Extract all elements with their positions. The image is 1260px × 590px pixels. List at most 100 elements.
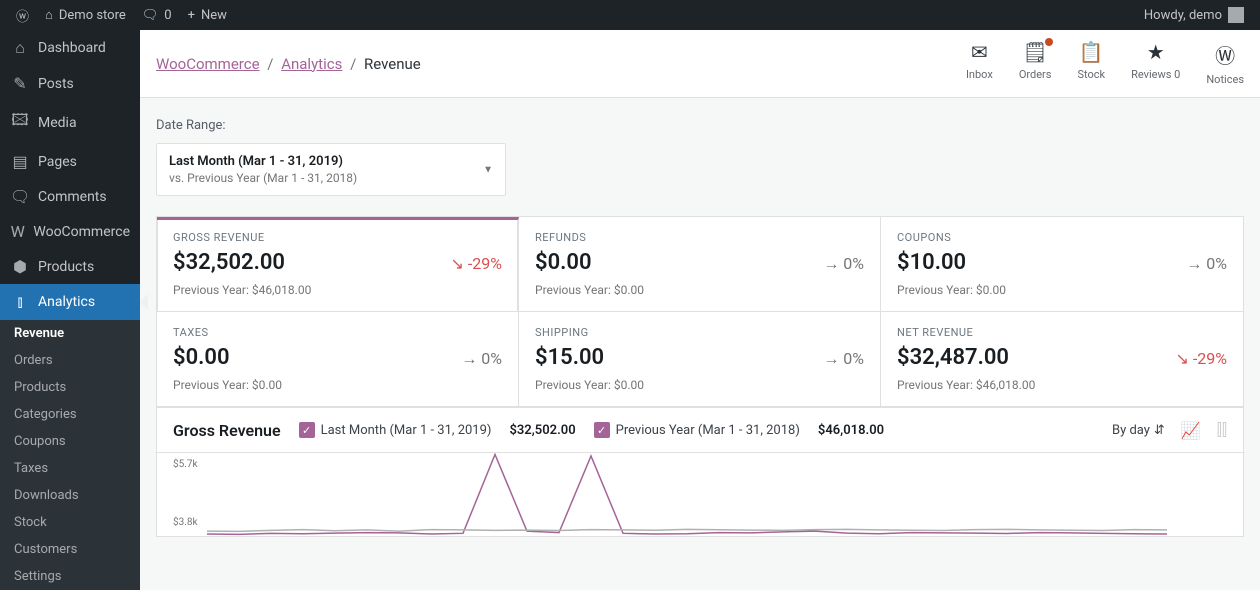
menu-icon: ⌂	[10, 38, 30, 58]
stat-card-gross-revenue[interactable]: GROSS REVENUE$32,502.00↘ -29%Previous Ye…	[157, 217, 519, 312]
series2-toggle[interactable]: ✓ Previous Year (Mar 1 - 31, 2018)	[594, 422, 800, 438]
stat-label: REFUNDS	[535, 231, 864, 244]
sidebar-item-media[interactable]: 🖾 Media	[0, 101, 140, 144]
stat-card-refunds[interactable]: REFUNDS$0.00→ 0%Previous Year: $0.00	[519, 217, 881, 312]
sidebar-item-comments[interactable]: 🗨 Comments	[0, 179, 140, 214]
stat-prev: Previous Year: $0.00	[897, 283, 1227, 297]
date-range-dropdown[interactable]: Last Month (Mar 1 - 31, 2019) vs. Previo…	[156, 143, 506, 196]
submenu-item-settings[interactable]: Settings	[0, 563, 140, 590]
sidebar-item-dashboard[interactable]: ⌂ Dashboard	[0, 30, 140, 66]
stat-card-taxes[interactable]: TAXES $0.00 → 0% Previous Year: $0.00	[157, 312, 519, 407]
menu-icon: W	[10, 222, 25, 241]
action-icon: 🗒	[1019, 40, 1052, 64]
stat-delta: → 0%	[823, 349, 864, 369]
stat-label: GROSS REVENUE	[173, 231, 502, 244]
comments-link[interactable]: 🗨0	[134, 8, 180, 23]
stat-label: TAXES	[173, 326, 502, 339]
submenu-item-products[interactable]: Products	[0, 374, 140, 401]
main-content: WooCommerce / Analytics / Revenue ✉Inbox…	[140, 30, 1260, 590]
menu-icon: ✎	[10, 74, 30, 93]
action-icon: ✉	[966, 40, 993, 64]
y-tick: $5.7k	[173, 459, 198, 470]
stat-card-shipping[interactable]: SHIPPING$15.00→ 0%Previous Year: $0.00	[519, 312, 881, 407]
account-link[interactable]: Howdy, demo	[1136, 7, 1252, 23]
admin-bar: ⓦ ⌂Demo store 🗨0 +New Howdy, demo	[0, 0, 1260, 30]
menu-icon: ⫾	[10, 292, 30, 312]
stat-value: $32,502.00	[173, 250, 285, 275]
y-tick: $3.8k	[173, 517, 198, 528]
chevron-down-icon: ▼	[483, 164, 493, 175]
sidebar-item-label: Analytics	[38, 294, 95, 310]
submenu-item-stock[interactable]: Stock	[0, 509, 140, 536]
breadcrumb-root[interactable]: WooCommerce	[156, 55, 260, 73]
sidebar-item-products[interactable]: ⬢Products	[0, 249, 140, 284]
sidebar-item-label: Dashboard	[38, 40, 106, 56]
submenu-item-orders[interactable]: Orders	[0, 347, 140, 374]
stat-value: $0.00	[535, 250, 592, 275]
top-bar: WooCommerce / Analytics / Revenue ✉Inbox…	[140, 30, 1260, 98]
menu-icon: 🗨	[10, 187, 30, 206]
stat-label: NET REVENUE	[897, 326, 1227, 339]
comment-icon: 🗨	[142, 8, 159, 23]
action-icon: 📋	[1077, 40, 1105, 64]
stat-prev: Previous Year: $46,018.00	[897, 378, 1227, 392]
series2-value: $46,018.00	[818, 423, 884, 438]
submenu-item-taxes[interactable]: Taxes	[0, 455, 140, 482]
menu-icon: 🖾	[10, 109, 30, 136]
checkbox-icon: ✓	[594, 422, 610, 438]
sidebar-item-label: Posts	[38, 76, 74, 92]
stat-delta: ↘ -29%	[1176, 349, 1228, 368]
stat-card-coupons[interactable]: COUPONS$10.00→ 0%Previous Year: $0.00	[881, 217, 1243, 312]
plus-icon: +	[188, 8, 195, 23]
sidebar-item-label: WooCommerce	[33, 224, 130, 240]
top-action-stock[interactable]: 📋Stock	[1077, 40, 1105, 87]
stat-prev: Previous Year: $0.00	[535, 378, 864, 392]
action-icon: Ⓦ	[1206, 40, 1244, 69]
breadcrumb-parent[interactable]: Analytics	[281, 55, 342, 73]
stat-value: $0.00	[173, 345, 230, 370]
new-content-link[interactable]: +New	[180, 8, 235, 23]
checkbox-icon: ✓	[299, 422, 315, 438]
action-icon: ★	[1131, 40, 1180, 64]
submenu-item-customers[interactable]: Customers	[0, 536, 140, 563]
chart-header: Gross Revenue ✓ Last Month (Mar 1 - 31, …	[156, 408, 1244, 453]
stat-value: $10.00	[897, 250, 966, 275]
breadcrumb-current: Revenue	[364, 55, 421, 73]
stat-delta: → 0%	[461, 349, 502, 369]
series1-toggle[interactable]: ✓ Last Month (Mar 1 - 31, 2019)	[299, 422, 492, 438]
sidebar-item-analytics[interactable]: ⫾ Analytics	[0, 284, 140, 320]
top-action-reviews[interactable]: ★Reviews 0	[1131, 40, 1180, 87]
submenu-item-coupons[interactable]: Coupons	[0, 428, 140, 455]
stat-prev: Previous Year: $0.00	[173, 378, 502, 392]
top-action-notices[interactable]: ⓌNotices	[1206, 40, 1244, 87]
sort-icon: ⇵	[1154, 423, 1165, 438]
sidebar-item-posts[interactable]: ✎ Posts	[0, 66, 140, 101]
stat-value: $32,487.00	[897, 345, 1009, 370]
stat-prev: Previous Year: $46,018.00	[173, 283, 502, 297]
submenu-item-revenue[interactable]: Revenue	[0, 320, 140, 347]
sidebar-item-pages[interactable]: ▤ Pages	[0, 144, 140, 179]
top-action-inbox[interactable]: ✉Inbox	[966, 40, 993, 87]
breadcrumb: WooCommerce / Analytics / Revenue	[156, 55, 421, 73]
stat-label: SHIPPING	[535, 326, 864, 339]
site-name-link[interactable]: ⌂Demo store	[37, 7, 134, 23]
top-action-orders[interactable]: 🗒Orders	[1019, 40, 1052, 87]
stat-card-net-revenue[interactable]: NET REVENUE $32,487.00 ↘ -29% Previous Year…	[881, 312, 1243, 407]
menu-icon: ⬢	[10, 257, 30, 276]
date-range-label: Date Range:	[156, 118, 1244, 133]
submenu-item-downloads[interactable]: Downloads	[0, 482, 140, 509]
sidebar-item-label: Comments	[38, 189, 107, 205]
wp-logo[interactable]: ⓦ	[8, 6, 37, 25]
chart-title: Gross Revenue	[173, 421, 281, 440]
submenu-item-categories[interactable]: Categories	[0, 401, 140, 428]
series1-value: $32,502.00	[509, 423, 575, 438]
interval-select[interactable]: By day ⇵	[1112, 423, 1165, 438]
chart-series-line	[207, 454, 1167, 534]
sidebar-item-woocommerce[interactable]: W WooCommerce	[0, 214, 140, 249]
sidebar-item-label: Media	[38, 115, 77, 131]
menu-icon: ▤	[10, 152, 30, 171]
line-chart-icon[interactable]: 📈	[1181, 421, 1201, 440]
stat-prev: Previous Year: $0.00	[535, 283, 864, 297]
sidebar-item-label: Pages	[38, 154, 77, 170]
bar-chart-icon[interactable]: ⫿⫿	[1217, 420, 1227, 440]
